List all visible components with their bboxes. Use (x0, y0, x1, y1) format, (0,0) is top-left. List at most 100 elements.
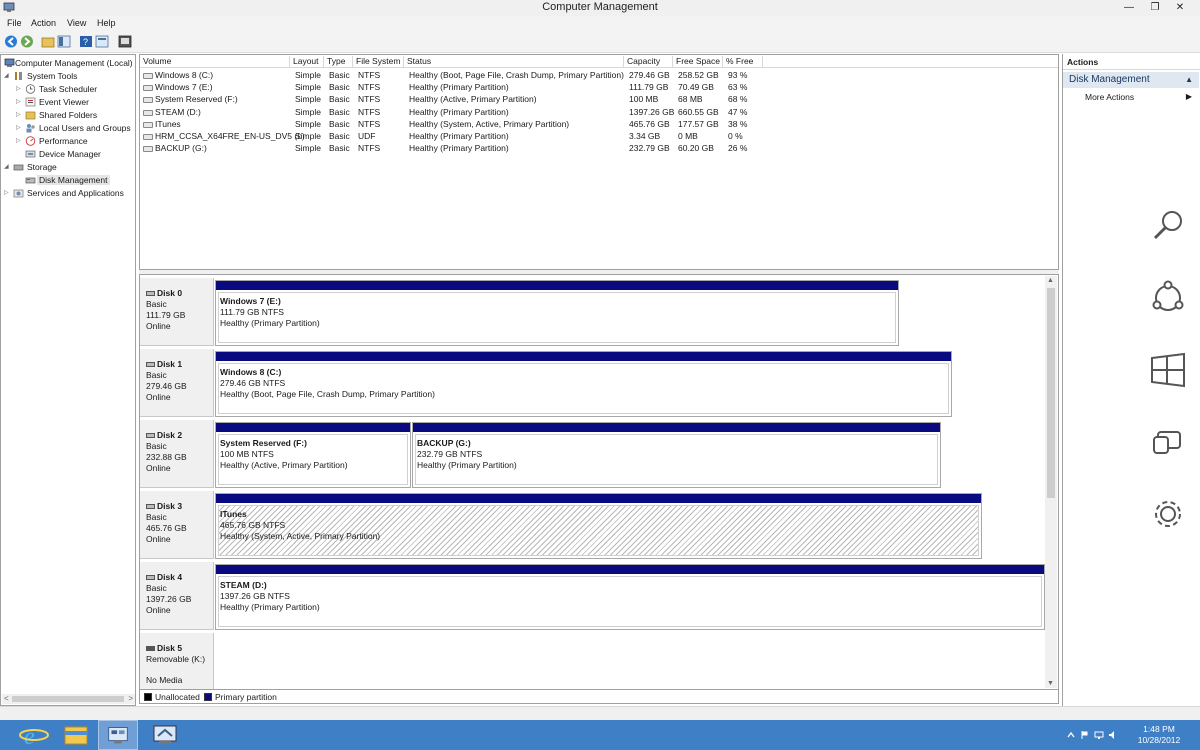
volume-cell: Simple (295, 106, 321, 117)
internet-explorer-icon[interactable]: e (14, 720, 54, 750)
disk-size: 1397.26 GB (146, 594, 192, 604)
start-charm-icon[interactable] (1148, 350, 1188, 390)
disk-5-header[interactable]: Disk 5 Removable (K:) No Media (140, 633, 214, 689)
volume-cell: NTFS (358, 82, 381, 93)
performance-icon (25, 136, 36, 146)
disk-graphical-view: Disk 0 Basic 111.79 GB Online Windows 7 … (139, 274, 1059, 690)
removable-drive-icon (146, 646, 155, 652)
settings-charm-icon[interactable] (1148, 494, 1188, 534)
scroll-up-arrow[interactable]: ▲ (1047, 277, 1054, 284)
volume-row[interactable]: System Reserved (F:) Simple Basic NTFS Healt… (140, 94, 1058, 106)
partition-name: ITunes (220, 509, 247, 519)
menu-action[interactable]: Action (31, 18, 56, 28)
volume-drive-icon (143, 121, 153, 128)
volume-row[interactable]: HRM_CCSA_X64FRE_EN-US_DV5 (I:) Simple Basi… (140, 131, 1058, 143)
forward-icon[interactable] (20, 35, 34, 48)
menu-view[interactable]: View (67, 18, 86, 28)
computer-icon (4, 58, 15, 67)
volume-cell: 47 % (728, 106, 748, 117)
collapse-arrow-icon[interactable]: ▲ (1185, 75, 1193, 84)
scroll-thumb[interactable] (12, 696, 124, 702)
close-button[interactable]: ✕ (1160, 0, 1200, 16)
more-actions-item[interactable]: More Actions (1085, 92, 1134, 102)
disk-name: Disk 0 (157, 288, 183, 298)
column-header-free-space[interactable]: Free Space (673, 56, 723, 68)
properties-icon[interactable] (95, 35, 109, 48)
partition-status: Healthy (System, Active, Primary Partiti… (220, 531, 381, 541)
scroll-thumb[interactable] (1047, 288, 1055, 498)
partition-system-reserved[interactable]: System Reserved (F:) 100 MB NTFS Healthy… (215, 422, 411, 488)
column-header-percent-free[interactable]: % Free (723, 56, 763, 68)
disk-2-header[interactable]: Disk 2 Basic 232.88 GB Online (140, 420, 214, 488)
up-folder-icon[interactable] (41, 35, 55, 48)
network-icon[interactable] (1094, 730, 1104, 740)
minimize-button[interactable]: — (1116, 0, 1142, 16)
actions-section-disk-management[interactable]: Disk Management ▲ (1063, 72, 1199, 88)
show-hide-tree-icon[interactable] (57, 35, 71, 48)
navigation-tree: Computer Management (Local) ◢ System Too… (0, 54, 136, 706)
back-icon[interactable] (4, 35, 18, 48)
volume-row[interactable]: Windows 7 (E:) Simple Basic NTFS Healthy (Pr… (140, 82, 1058, 94)
volume-cell: 68 MB (678, 94, 703, 105)
partition-backup[interactable]: BACKUP (G:) 232.79 GB NTFS Healthy (Prim… (412, 422, 941, 488)
column-header-file-system[interactable]: File System (353, 56, 404, 68)
show-hidden-icons-icon[interactable] (1066, 730, 1076, 740)
volume-cell: 63 % (728, 82, 748, 93)
partition-itunes[interactable]: ITunes 465.76 GB NTFS Healthy (System, A… (215, 493, 982, 559)
expander-icon[interactable]: ▷ (16, 124, 23, 131)
partition-windows-7[interactable]: Windows 7 (E:) 111.79 GB NTFS Healthy (P… (215, 280, 899, 346)
expander-icon[interactable]: ▷ (16, 137, 23, 144)
partition-windows-8[interactable]: Windows 8 (C:) 279.46 GB NTFS Healthy (B… (215, 351, 952, 417)
volume-icon[interactable] (1108, 730, 1118, 740)
disk-type: Basic (146, 299, 167, 309)
volume-cell: Healthy (Active, Primary Partition) (409, 94, 537, 105)
volume-cell: BACKUP (G:) (155, 143, 207, 154)
expander-icon[interactable]: ▷ (16, 111, 23, 118)
disk-1-header[interactable]: Disk 1 Basic 279.46 GB Online (140, 349, 214, 417)
partition-size: 1397.26 GB NTFS (220, 591, 290, 601)
svg-text:e: e (24, 724, 35, 750)
devices-charm-icon[interactable] (1148, 422, 1188, 462)
disk-3-header[interactable]: Disk 3 Basic 465.76 GB Online (140, 491, 214, 559)
volume-row[interactable]: ITunes Simple Basic NTFS Healthy (System, Ac… (140, 119, 1058, 131)
file-explorer-icon[interactable] (56, 720, 96, 750)
column-header-layout[interactable]: Layout (290, 56, 324, 68)
toolbar: ? (0, 31, 1200, 53)
scroll-left-arrow[interactable]: < (4, 694, 9, 703)
volume-row[interactable]: BACKUP (G:) Simple Basic NTFS Healthy (Prima… (140, 143, 1058, 155)
share-charm-icon[interactable] (1148, 278, 1188, 318)
expander-icon[interactable]: ▷ (4, 189, 11, 196)
partition-steam[interactable]: STEAM (D:) 1397.26 GB NTFS Healthy (Prim… (215, 564, 1045, 630)
expander-icon[interactable]: ◢ (4, 163, 11, 170)
disk-state: Online (146, 605, 171, 615)
system-tray: 1:48 PM 10/28/2012 (1060, 720, 1200, 750)
volume-cell: 26 % (728, 143, 748, 154)
column-header-capacity[interactable]: Capacity (624, 56, 673, 68)
volume-row[interactable]: STEAM (D:) Simple Basic NTFS Healthy (Primar… (140, 107, 1058, 119)
action-center-flag-icon[interactable] (1080, 730, 1090, 740)
expander-icon[interactable]: ▷ (16, 85, 23, 92)
console-icon[interactable] (118, 35, 132, 48)
column-header-volume[interactable]: Volume (140, 56, 290, 68)
expander-icon[interactable]: ▷ (16, 98, 23, 105)
clock[interactable]: 1:48 PM 10/28/2012 (1134, 724, 1184, 746)
search-charm-icon[interactable] (1148, 206, 1188, 246)
partition-name: System Reserved (F:) (220, 438, 307, 448)
disk-4-header[interactable]: Disk 4 Basic 1397.26 GB Online (140, 562, 214, 630)
menu-file[interactable]: File (7, 18, 22, 28)
volume-row[interactable]: Windows 8 (C:) Simple Basic NTFS Healthy (Bo… (140, 70, 1058, 82)
help-icon[interactable]: ? (79, 35, 93, 48)
column-header-type[interactable]: Type (324, 56, 353, 68)
disk-0-header[interactable]: Disk 0 Basic 111.79 GB Online (140, 278, 214, 346)
clock-date: 10/28/2012 (1137, 735, 1181, 745)
remote-desktop-icon[interactable] (145, 720, 185, 750)
column-header-status[interactable]: Status (404, 56, 624, 68)
computer-management-icon[interactable] (98, 720, 138, 750)
expander-icon[interactable]: ◢ (4, 72, 11, 79)
scroll-down-arrow[interactable]: ▼ (1047, 680, 1054, 687)
scroll-right-arrow[interactable]: > (128, 694, 133, 703)
tree-horizontal-scrollbar[interactable]: < > (2, 694, 135, 704)
menu-help[interactable]: Help (97, 18, 116, 28)
volume-cell: 68 % (728, 94, 748, 105)
disk-view-vertical-scrollbar[interactable]: ▲ ▼ (1045, 276, 1057, 688)
